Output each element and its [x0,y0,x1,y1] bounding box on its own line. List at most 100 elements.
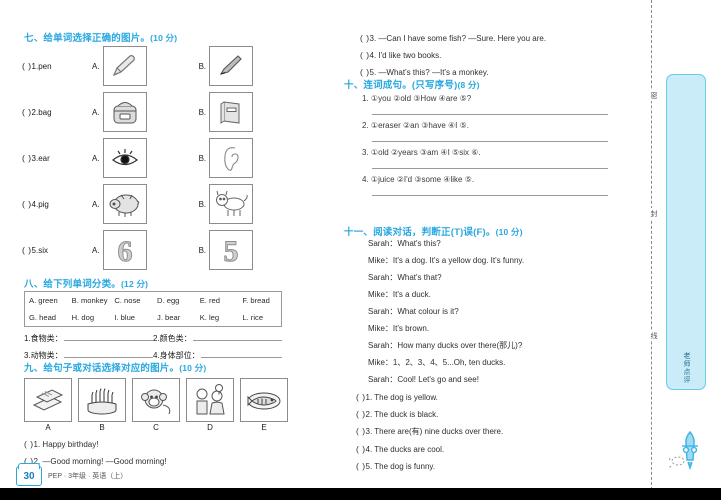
picture-cell[interactable]: A [24,378,72,432]
picture-cell[interactable]: D [186,378,234,432]
option-letter-a: A. [92,107,100,117]
answer-blank[interactable]: ( ) [356,444,366,454]
category-answer-blank[interactable] [63,332,153,341]
option-b[interactable]: B. [199,46,254,86]
section-10-items: 1. ①you ②old ③How ④are ⑤? 2. ①eraser ②an… [338,88,608,196]
category-answer-blank[interactable] [63,349,153,358]
teacher-comment-panel[interactable]: 老师点评 [666,74,706,390]
eye-icon[interactable] [102,138,147,178]
book-icon[interactable] [209,92,254,132]
true-false-row[interactable]: ( )3. There are(有) nine ducks over there… [356,426,524,437]
picture-caption: D [207,423,213,432]
question-row[interactable]: ( )4.pig A. B. [0,184,254,224]
option-b[interactable]: B. 5 [199,230,254,270]
fish-plate-icon[interactable] [240,378,288,422]
question-row[interactable]: ( )1.pen A. B. [0,46,254,86]
answer-blank[interactable]: ( ) [360,33,370,43]
question-text: 2. —Good morning! —Good morning! [33,457,167,466]
pencil-icon[interactable] [102,46,147,86]
option-b[interactable]: B. [199,184,254,224]
answer-blank[interactable]: ( ) [22,199,32,209]
category-label: 食物类： [30,334,63,343]
option-b[interactable]: B. [199,92,254,132]
answer-blank[interactable]: ( ) [22,61,32,71]
true-false-row[interactable]: ( )1. The dog is yellow. [356,392,524,402]
fold-char-mi: 密 [644,90,658,101]
statement-text: 2. The duck is black. [365,410,439,419]
birthday-cake-icon[interactable] [78,378,126,422]
picture-caption: E [261,423,267,432]
statement-text: 1. The dog is yellow. [365,393,438,402]
section-9-pictures: A B C D E ()1. Happy birthday! ()2. —G… [0,374,288,466]
word-bank-row: A. green B. monkey C. nose D. egg E. red… [25,292,281,309]
category-item[interactable]: 1. 食物类： [24,332,153,344]
answer-blank[interactable]: ( ) [356,426,366,436]
monkey-icon[interactable] [132,378,180,422]
question-text: 1. Happy birthday! [33,440,99,449]
pig-icon[interactable] [102,184,147,224]
answer-blank[interactable]: ( ) [22,245,32,255]
category-item[interactable]: 2. 颜色类： [153,332,282,344]
ordering-answer-blank[interactable] [372,184,608,196]
statement-text: 3. There are(有) nine ducks over there. [365,427,504,436]
question-row[interactable]: ( )3.ear A. B. [0,138,254,178]
true-false-row[interactable]: ( )2. The duck is black. [356,409,524,419]
dog-icon[interactable] [209,184,254,224]
question-row[interactable]: ( )5.six A. 6 B. 5 [0,230,254,270]
picture-cell[interactable]: B [78,378,126,432]
answer-blank[interactable]: ( ) [22,153,32,163]
question-row[interactable]: ( )4. I'd like two books. [360,50,546,60]
option-a[interactable]: A. [92,46,147,86]
number-five-icon[interactable]: 5 [209,230,254,270]
number-six-icon[interactable]: 6 [102,230,147,270]
pen-icon[interactable] [209,46,254,86]
ear-icon[interactable] [209,138,254,178]
true-false-row[interactable]: ( )4. The ducks are cool. [356,444,524,454]
answer-blank[interactable]: ( ) [24,439,34,449]
ordering-answer-blank[interactable] [372,130,608,142]
fold-dashed-line [651,0,652,500]
word-bank-cell: L. rice [242,313,264,322]
question-text: 3. —Can I have some fish? —Sure. Here yo… [369,34,547,43]
page-footer: 30 PEP · 3年级 · 英语（上） [16,463,127,486]
ordering-answer-blank[interactable] [372,103,608,115]
option-letter-a: A. [92,199,100,209]
books-icon[interactable] [24,378,72,422]
ordering-answer-blank[interactable] [372,157,608,169]
picture-cell[interactable]: C [132,378,180,432]
dialogue-line: Sarah：What's this? [368,239,441,248]
true-false-row[interactable]: ( )5. The dog is funny. [356,461,524,471]
picture-caption: B [99,423,105,432]
option-a[interactable]: A. [92,138,147,178]
option-b[interactable]: B. [199,138,254,178]
question-row[interactable]: ( )2. —Good morning! —Good morning! [24,456,288,466]
picture-cell[interactable]: E [240,378,288,432]
ordering-item: 1. ①you ②old ③How ④are ⑤? [362,94,472,103]
answer-blank[interactable]: ( ) [360,50,370,60]
question-row[interactable]: ( )1. Happy birthday! [24,439,288,449]
answer-blank[interactable]: ( ) [356,461,366,471]
category-answer-blank[interactable] [192,332,282,341]
answer-blank[interactable]: ( ) [356,409,366,419]
children-greeting-icon[interactable] [186,378,234,422]
answer-blank[interactable]: ( ) [22,107,32,117]
option-letter-b: B. [198,107,207,117]
option-a[interactable]: A. [92,184,147,224]
fold-char-feng: 封 [644,208,658,219]
option-a[interactable]: A. [92,92,147,132]
page-number-badge: 30 [16,463,42,486]
word-bank-cell: A. green [29,296,58,305]
category-answer-blank[interactable] [200,349,282,358]
picture-caption: A [45,423,51,432]
category-number: 1. [24,334,31,343]
schoolbag-icon[interactable] [102,92,147,132]
answer-blank[interactable]: ( ) [356,392,366,402]
option-a[interactable]: A. 6 [92,230,147,270]
question-row[interactable]: ( )2.bag A. B. [0,92,254,132]
section-7-heading: 七、给单词选择正确的图片。 [24,33,151,44]
right-column: ( )3. —Can I have some fish? —Sure. Here… [338,0,648,500]
option-letter-a: A. [92,245,100,255]
question-row[interactable]: ( )3. —Can I have some fish? —Sure. Here… [360,33,546,43]
item-word: pig [38,200,49,209]
picture-caption: C [153,423,159,432]
